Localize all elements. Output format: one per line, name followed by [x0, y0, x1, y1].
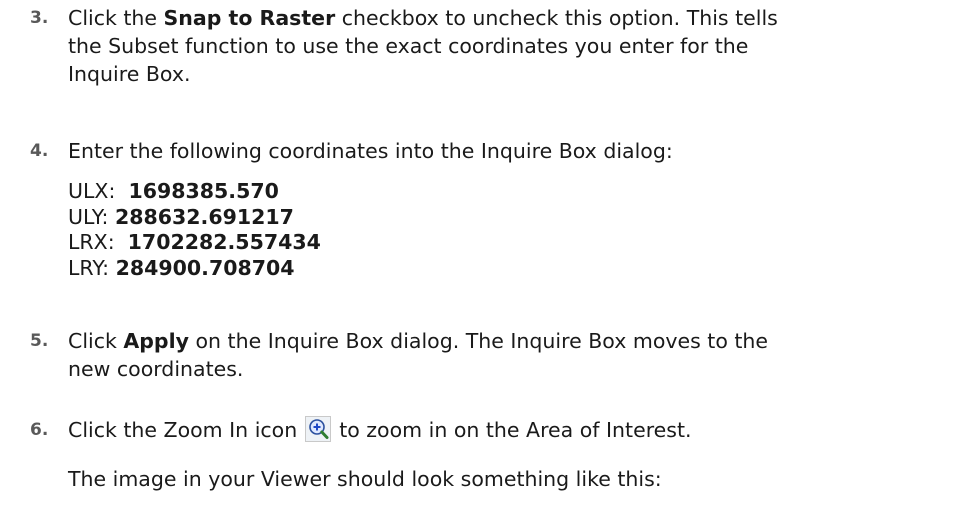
step-6: 6. Click the Zoom In icon to zoom in on … — [30, 416, 960, 444]
step-text: Click the Zoom In icon — [68, 418, 298, 442]
coord-value: 284900.708704 — [115, 255, 295, 280]
zoom-in-icon[interactable] — [305, 416, 332, 442]
coordinate-list: ULX: 1698385.570 ULY: 288632.691217 LRX:… — [68, 179, 960, 281]
coordinate-lrx: LRX: 1702282.557434 — [68, 230, 960, 256]
step-4: 4. Enter the following coordinates into … — [30, 137, 960, 281]
coordinate-ulx: ULX: 1698385.570 — [68, 179, 960, 205]
step-number: 3. — [30, 8, 49, 28]
step-text: Enter the following coordinates into the… — [68, 139, 673, 163]
step-3: 3. Click the Snap to Raster checkbox to … — [30, 4, 960, 88]
step-5: 5. Click Apply on the Inquire Box dialog… — [30, 327, 960, 383]
ui-term-apply: Apply — [123, 329, 189, 353]
step-text: to zoom in on the Area of Interest. — [339, 418, 692, 442]
step-number: 5. — [30, 331, 49, 351]
coord-value: 1698385.570 — [128, 179, 279, 203]
coord-label: LRX: — [68, 230, 115, 254]
step-text: checkbox to uncheck this option. This te… — [335, 6, 778, 30]
coord-label: LRY: — [68, 255, 110, 280]
step-text: on the Inquire Box dialog. The Inquire B… — [188, 329, 769, 353]
step-text: the Subset function to use the exact coo… — [68, 34, 749, 58]
coord-value: 1702282.557434 — [127, 230, 321, 254]
coord-value: 288632.691217 — [114, 204, 294, 229]
ui-term-snap-to-raster: Snap to Raster — [163, 6, 336, 30]
instruction-document: 3. Click the Snap to Raster checkbox to … — [0, 0, 972, 521]
step-number: 4. — [30, 141, 49, 161]
coordinate-uly: ULY: 288632.691217 — [68, 205, 960, 231]
coord-label: ULY: — [68, 204, 109, 229]
step-text: new coordinates. — [68, 357, 244, 381]
step-number: 6. — [30, 420, 49, 440]
coord-label: ULX: — [68, 179, 116, 203]
step-text: Click the — [68, 6, 164, 30]
step-text: Inquire Box. — [68, 62, 191, 86]
step-text: Click — [68, 329, 124, 353]
coordinate-lry: LRY: 284900.708704 — [68, 256, 960, 282]
result-note: The image in your Viewer should look som… — [68, 467, 662, 491]
